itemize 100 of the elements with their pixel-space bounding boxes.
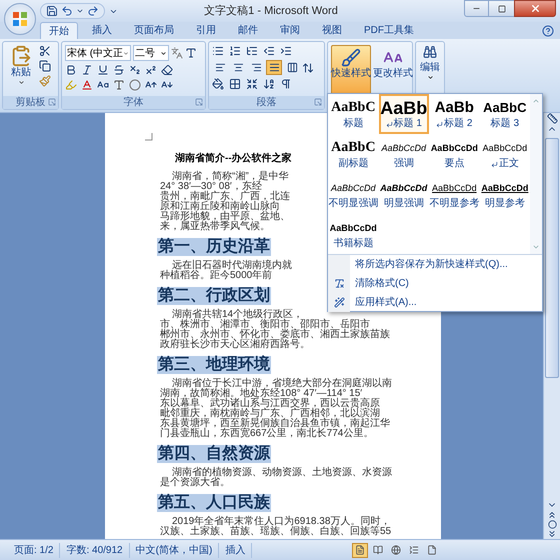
close-icon — [530, 3, 540, 14]
alignment-icon — [286, 62, 298, 73]
copy-icon[interactable] — [39, 60, 51, 72]
next-page-icon[interactable] — [547, 529, 557, 539]
heading-text: 第一、历史沿革 — [157, 238, 271, 256]
alignment-button[interactable] — [266, 60, 282, 75]
view-icon — [373, 545, 384, 555]
vertical-scrollbar[interactable] — [543, 113, 560, 539]
crop-mark-icon — [145, 133, 153, 141]
font-size-field[interactable]: 二号 — [133, 45, 169, 61]
menu-item[interactable]: 清除格式(C) — [328, 274, 542, 293]
help-icon[interactable] — [542, 25, 554, 37]
body-paragraph: 湖南省共辖14个地级行政区， 市、株洲市、湘潭市、衡阳市、邵阳市、岳阳市 郴州市、永州市、怀化市、娄底市、湘西土家族苗族 政府驻长沙市天心区湘府西路号。 — [160, 310, 390, 350]
body-paragraph: 远在旧石器时代湖南境内就 种植稻谷。距今5000年前 — [160, 261, 292, 281]
numbering-icon[interactable] — [229, 45, 241, 57]
redo-icon[interactable] — [87, 5, 99, 17]
paragraph-style-icon — [490, 160, 498, 168]
group-label: 段落 — [256, 98, 276, 108]
body-paragraph: 湖南省，简称“湘”，是中华 24° 38′—30° 08′，东经 贵州，南毗广东、广西，北连 原和江南丘陵和南岭山脉向 马蹄形地貌，由平原、盆地、 来，属亚热带季风气候。 — [160, 172, 290, 232]
style-gallery-item[interactable]: AaBbC 标题 3 — [480, 94, 530, 134]
menu-item-icon — [334, 297, 344, 308]
status-item[interactable]: 中文(简体，中国) — [130, 542, 220, 558]
font-name-field[interactable]: 宋体 (中文正 — [65, 45, 131, 61]
style-gallery-item[interactable]: AaBbCcDd 正文 — [480, 134, 530, 174]
menu-item[interactable]: 将所选内容保存为新快速样式(Q)... — [328, 255, 542, 274]
view-button[interactable] — [352, 542, 368, 558]
style-gallery-item[interactable]: AaBbCcDd 不明显参考 — [429, 174, 480, 214]
bold-icon[interactable] — [65, 64, 77, 76]
font-color-icon[interactable] — [81, 79, 93, 91]
status-item[interactable]: 字数: 40/912 — [60, 542, 130, 558]
maximize-icon — [498, 4, 506, 12]
ribbon-tab[interactable]: 邮件 — [230, 22, 266, 39]
style-gallery-item[interactable]: AaBbC 副标题 — [328, 134, 379, 174]
style-command-button[interactable]: 更改样式 — [373, 45, 413, 97]
status-item[interactable]: 页面: 1/2 — [8, 542, 60, 558]
view-icon — [391, 545, 402, 555]
style-gallery-item[interactable]: AaBbCcDd 强调 — [378, 134, 430, 174]
close-button[interactable] — [514, 0, 556, 17]
underline-icon[interactable] — [97, 64, 109, 76]
sort-icon[interactable] — [263, 78, 275, 90]
ribbon-tab[interactable]: PDF工具集 — [356, 22, 422, 39]
paragraph-marks-icon[interactable] — [280, 78, 292, 90]
heading-text: 第二、行政区划 — [157, 287, 271, 305]
binoculars-icon — [423, 45, 437, 59]
status-item[interactable]: 插入 — [219, 542, 252, 558]
superscript-icon[interactable] — [145, 64, 157, 76]
alignment-icon — [268, 62, 280, 73]
enclose-characters-icon[interactable] — [129, 79, 141, 91]
heading-text: 第四、自然资源 — [157, 445, 271, 463]
alignment-icon — [232, 62, 244, 73]
style-gallery-item[interactable]: AaBbCcDd 要点 — [429, 134, 480, 174]
increase-indent-icon[interactable] — [280, 45, 292, 57]
strikethrough-icon[interactable] — [113, 64, 125, 76]
body-paragraph: 湖南省位于长江中游，省境绝大部分在洞庭湖以南 湖南，故简称湘。地处东经108° 47′—114° 15′ 东以幕阜、武功诸山系与江西交界，西以云贵高原 毗邻重庆，南枕南岭与广东、广西相邻，北以滨湖 东县黄塘坪，西至新晃侗族自治县鱼市镇，南起江华 门县壶瓶山，东西宽667公里，南北长774公里。 — [160, 379, 392, 439]
paragraph-style-icon — [436, 120, 444, 128]
scroll-thumb[interactable] — [545, 138, 559, 378]
chinese-layout-icon[interactable] — [246, 78, 258, 90]
character-border-icon[interactable] — [185, 47, 197, 59]
ribbon-tab[interactable]: 开始 — [40, 22, 78, 39]
document-title: 湖南省简介--办公软件之家 — [175, 153, 292, 164]
multilevel-list-icon[interactable] — [246, 45, 258, 57]
save-icon[interactable] — [46, 5, 58, 17]
ribbon-tab[interactable]: 审阅 — [272, 22, 308, 39]
ribbon-tab[interactable]: 插入 — [84, 22, 120, 39]
scroll-up-icon — [532, 97, 540, 105]
body-paragraph: 2019年全省年末常住人口为6918.38万人。同时， 汉族、土家族、苗族、瑶族、侗族、白族、回族等55 — [160, 517, 392, 537]
ruler-icon[interactable] — [546, 113, 558, 124]
view-icon — [355, 545, 366, 555]
body-paragraph: 湖南省的植物资源、动物资源、土地资源、水资源 是个资源大省。 — [160, 468, 392, 488]
ribbon-tab[interactable]: 视图 — [314, 22, 350, 39]
group-label: 字体 — [124, 98, 144, 108]
character-shading-icon[interactable] — [113, 79, 125, 91]
line-spacing-icon[interactable] — [302, 62, 314, 74]
shading-icon[interactable] — [212, 78, 224, 90]
subscript-icon[interactable] — [129, 64, 141, 76]
clear-formatting-icon[interactable] — [161, 64, 173, 76]
group-label: 剪贴板 — [16, 98, 46, 108]
style-gallery-item[interactable]: AaBbCcDd 不明显强调 — [328, 174, 379, 214]
menu-item[interactable]: 应用样式(A)... — [328, 293, 542, 312]
office-logo-icon — [12, 11, 28, 27]
ribbon-tab[interactable]: 引用 — [188, 22, 224, 39]
alignment-icon — [250, 62, 262, 73]
office-button[interactable] — [4, 3, 36, 35]
style-gallery-item[interactable]: AaBbCcDd 明显参考 — [480, 174, 530, 214]
undo-icon[interactable] — [61, 5, 73, 17]
ribbon-tab[interactable]: 页面布局 — [126, 22, 182, 39]
cut-icon[interactable] — [39, 45, 51, 57]
style-gallery-item[interactable]: AaBb 标题 2 — [429, 94, 480, 134]
borders-icon[interactable] — [229, 78, 241, 90]
italic-icon[interactable] — [81, 64, 93, 76]
heading-text: 第五、人口民族 — [157, 494, 271, 512]
style-gallery-item[interactable]: AaBbCcDd 明显强调 — [378, 174, 430, 214]
style-gallery-item[interactable]: AaBbC 标题 — [328, 94, 379, 134]
gallery-scrollbar[interactable] — [530, 94, 542, 254]
browse-object-icon[interactable] — [548, 520, 556, 529]
decrease-indent-icon[interactable] — [263, 45, 275, 57]
maximize-button[interactable] — [489, 0, 514, 17]
style-gallery-item[interactable]: AaBbCcDd 书籍标题 — [328, 214, 379, 254]
paste-button[interactable]: 粘贴 — [6, 45, 36, 96]
previous-page-icon[interactable] — [547, 510, 557, 520]
